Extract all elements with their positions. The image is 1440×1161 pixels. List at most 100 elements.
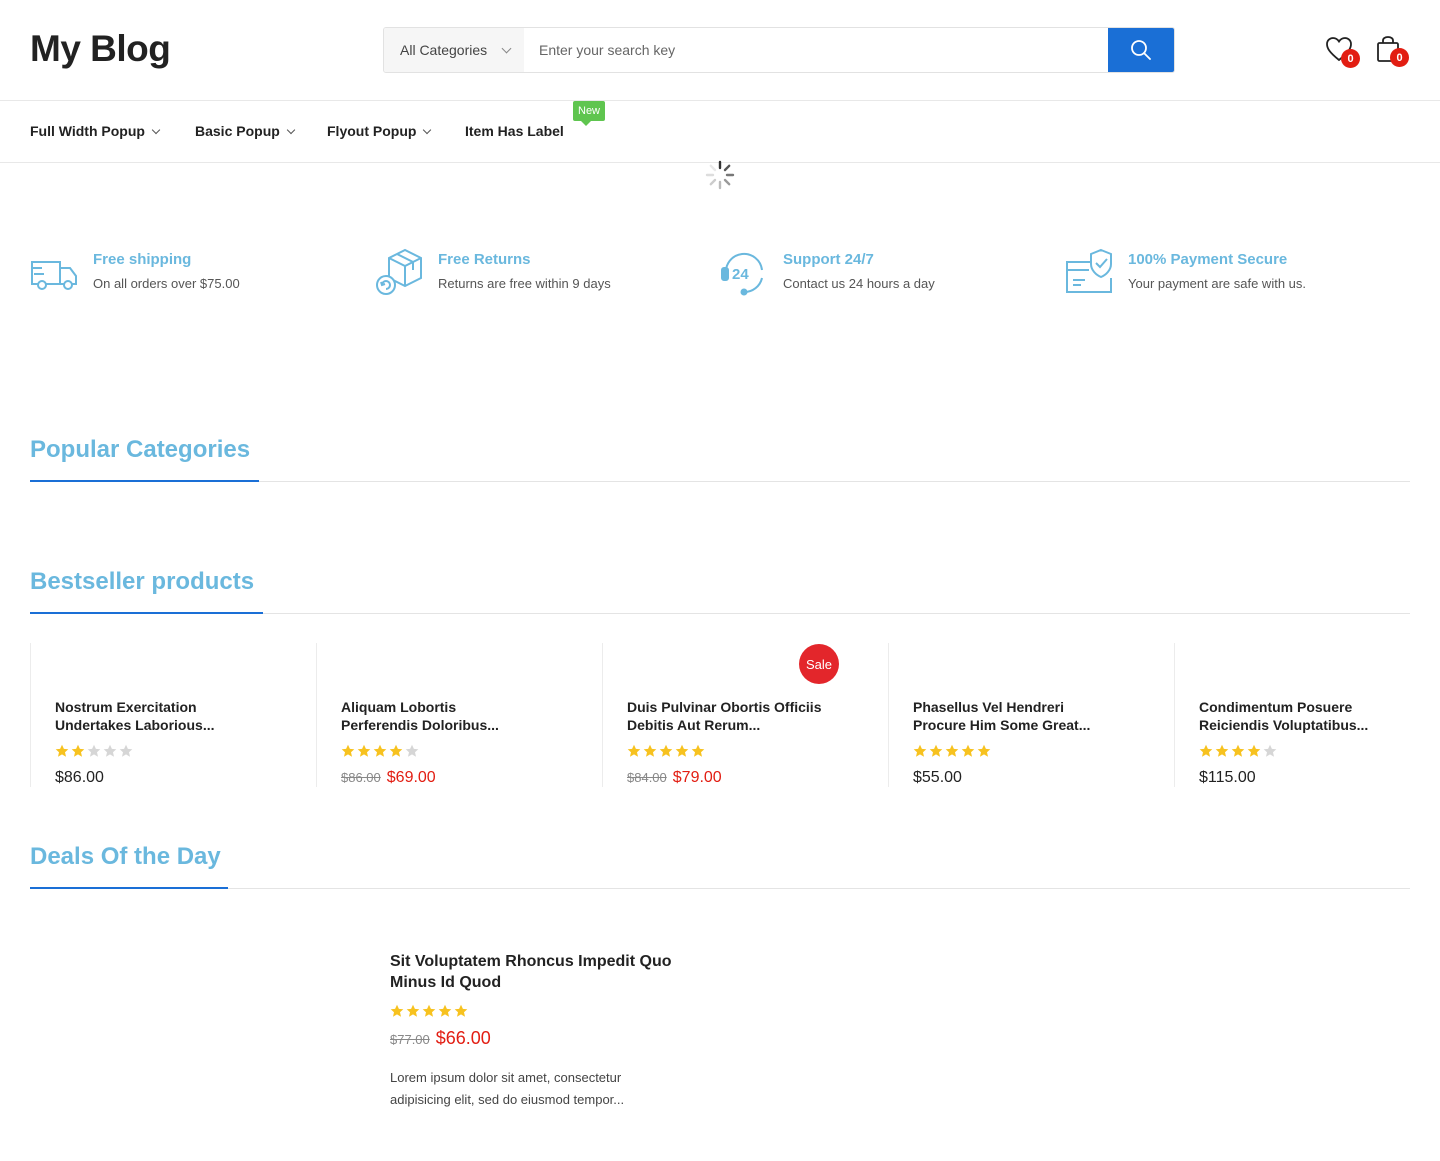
star-icon — [406, 1004, 420, 1017]
star-icon — [643, 744, 657, 757]
product-price-block: $84.00 $79.00 — [627, 769, 722, 787]
cart-button[interactable]: 0 — [1376, 35, 1409, 67]
product-name[interactable]: Aliquam Lobortis Perferendis Doloribus... — [341, 698, 541, 734]
star-icon — [929, 744, 943, 757]
section-title-deals: Deals Of the Day — [30, 843, 221, 870]
nav-item-label: Full Width Popup — [30, 123, 145, 139]
product-card[interactable]: Phasellus Vel Hendreri Procure Him Some G… — [888, 643, 1174, 787]
product-new-price: $79.00 — [672, 769, 722, 786]
loading-spinner-icon — [705, 160, 735, 190]
product-name-line: Undertakes Laborious... — [55, 717, 215, 733]
star-icon — [422, 1004, 436, 1017]
star-icon — [405, 744, 419, 757]
product-price-block: $86.00 $69.00 — [341, 769, 436, 787]
nav-item-flyout-popup[interactable]: Flyout Popup — [327, 123, 432, 139]
product-name-line: Aliquam Lobortis — [341, 699, 457, 715]
site-logo[interactable]: My Blog — [30, 28, 171, 70]
product-name[interactable]: Nostrum Exercitation Undertakes Laborious… — [55, 698, 255, 734]
product-rating — [627, 744, 705, 758]
product-card[interactable]: Nostrum Exercitation Undertakes Laborious… — [30, 643, 316, 787]
star-icon — [1199, 744, 1213, 757]
support-24-icon: 24 — [721, 252, 763, 296]
product-card[interactable]: Aliquam Lobortis Perferendis Doloribus...… — [316, 643, 602, 787]
wishlist-button[interactable]: 0 — [1325, 36, 1360, 68]
nav-item-label: Item Has Label — [465, 123, 564, 139]
main-nav: Full Width Popup Basic Popup Flyout Popu… — [0, 101, 1440, 163]
secure-payment-icon — [1066, 248, 1112, 293]
product-name[interactable]: Condimentum Posuere Reiciendis Voluptatib… — [1199, 698, 1399, 734]
star-icon — [119, 744, 133, 757]
product-old-price: $86.00 — [341, 770, 381, 785]
star-icon — [71, 744, 85, 757]
product-price: $115.00 — [1199, 769, 1256, 786]
feature-support: 24 Support 24/7 Contact us 24 hours a da… — [720, 248, 1060, 298]
chevron-down-icon — [286, 125, 296, 134]
star-icon — [961, 744, 975, 757]
feature-payment-secure: 100% Payment Secure Your payment are saf… — [1065, 248, 1405, 298]
feature-title: Free Returns — [438, 251, 531, 268]
product-name-line: Phasellus Vel Hendreri — [913, 699, 1064, 715]
search-input[interactable] — [524, 28, 1108, 72]
product-name-line: Duis Pulvinar Obortis Officiis — [627, 699, 822, 715]
nav-item-item-has-label[interactable]: Item Has Label — [465, 123, 564, 139]
product-price-block: $115.00 — [1199, 769, 1256, 787]
nav-item-label: Flyout Popup — [327, 123, 417, 139]
return-box-icon — [376, 248, 422, 295]
product-price: $86.00 — [55, 769, 104, 786]
star-icon — [87, 744, 101, 757]
deal-new-price: $66.00 — [435, 1028, 491, 1048]
feature-subtitle: Contact us 24 hours a day — [783, 276, 935, 291]
product-rating — [341, 744, 419, 758]
star-icon — [913, 744, 927, 757]
sale-badge: Sale — [799, 644, 839, 684]
chevron-down-icon — [501, 43, 512, 54]
feature-title: 100% Payment Secure — [1128, 251, 1288, 268]
search-icon — [1131, 40, 1151, 60]
feature-title: Support 24/7 — [783, 251, 874, 268]
feature-subtitle: On all orders over $75.00 — [93, 276, 240, 291]
deal-description: Lorem ipsum dolor sit amet, consectetur … — [390, 1067, 660, 1111]
new-label-badge: New — [573, 101, 606, 126]
section-title-bestseller: Bestseller products — [30, 568, 255, 595]
deal-name-line: Minus Id Quod — [390, 974, 502, 991]
star-icon — [373, 744, 387, 757]
product-card[interactable]: Condimentum Posuere Reiciendis Voluptatib… — [1174, 643, 1440, 787]
star-icon — [627, 744, 641, 757]
site-header: My Blog All Categories 0 0 — [0, 0, 1440, 101]
nav-item-basic-popup[interactable]: Basic Popup — [195, 123, 296, 139]
star-icon — [1247, 744, 1261, 757]
feature-subtitle: Returns are free within 9 days — [438, 276, 611, 291]
truck-icon — [31, 261, 77, 290]
category-select[interactable]: All Categories — [384, 28, 524, 72]
wishlist-count-badge: 0 — [1341, 49, 1360, 68]
feature-free-returns: Free Returns Returns are free within 9 d… — [375, 248, 715, 298]
star-icon — [691, 744, 705, 757]
product-name-line: Procure Him Some Great... — [913, 717, 1091, 733]
deal-name-line: Sit Voluptatem Rhoncus Impedit Quo — [390, 953, 672, 970]
nav-item-full-width-popup[interactable]: Full Width Popup — [30, 123, 161, 139]
deal-desc-line: Lorem ipsum dolor sit amet, consectetur — [390, 1070, 622, 1085]
product-name-line: Condimentum Posuere — [1199, 699, 1353, 715]
section-title-underline — [30, 612, 263, 614]
star-icon — [438, 1004, 452, 1017]
svg-text:24: 24 — [732, 266, 749, 283]
product-name-line: Reiciendis Voluptatibus... — [1199, 717, 1369, 733]
product-name[interactable]: Duis Pulvinar Obortis Officiis Debitis Au… — [627, 698, 827, 734]
product-card[interactable]: Duis Pulvinar Obortis Officiis Debitis Au… — [602, 643, 888, 787]
star-icon — [659, 744, 673, 757]
search-button[interactable] — [1108, 28, 1174, 72]
section-title-underline — [30, 480, 259, 482]
product-rating — [55, 744, 133, 758]
star-icon — [341, 744, 355, 757]
star-icon — [675, 744, 689, 757]
product-rating — [913, 744, 991, 758]
star-icon — [1263, 744, 1277, 757]
star-icon — [55, 744, 69, 757]
product-price-block: $86.00 — [55, 769, 104, 787]
product-name[interactable]: Phasellus Vel Hendreri Procure Him Some G… — [913, 698, 1113, 734]
deal-desc-line: adipisicing elit, sed do eiusmod tempor.… — [390, 1092, 625, 1107]
deal-price: $77.00 $66.00 — [390, 1028, 491, 1049]
cart-count-badge: 0 — [1390, 48, 1409, 67]
category-select-value: All Categories — [400, 42, 488, 58]
deal-product-name[interactable]: Sit Voluptatem Rhoncus Impedit Quo Minus… — [390, 951, 700, 993]
